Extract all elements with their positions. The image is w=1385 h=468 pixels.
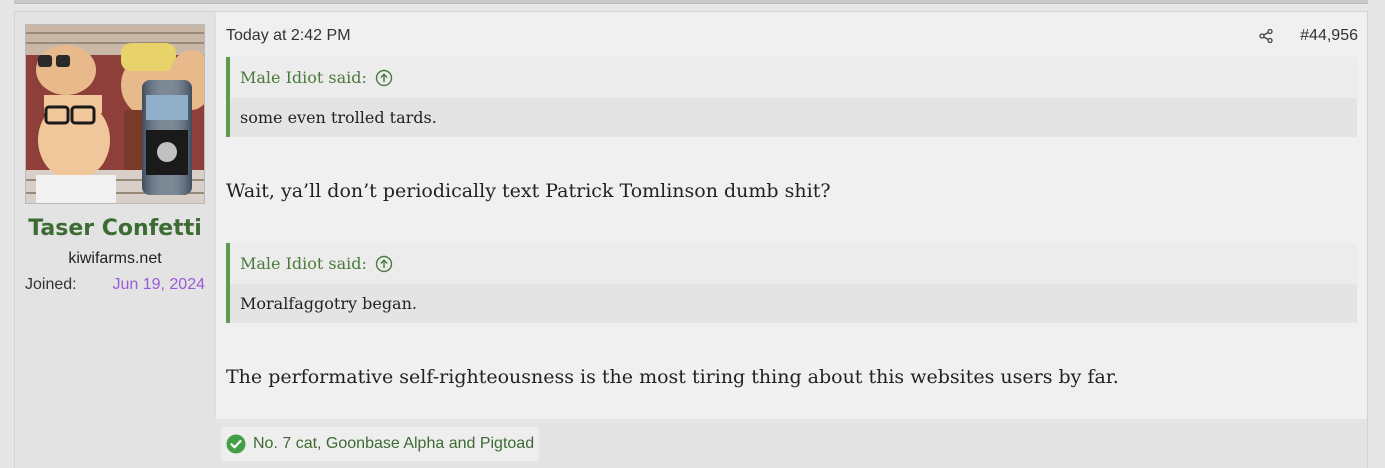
reactions-list[interactable]: No. 7 cat, Goonbase Alpha and Pigtoad bbox=[253, 435, 534, 453]
post-footer: No. 7 cat, Goonbase Alpha and Pigtoad bbox=[215, 419, 1367, 468]
quote-block: Male Idiot said: Moralfaggotry began. bbox=[226, 243, 1357, 323]
jump-to-quote-icon[interactable] bbox=[375, 255, 393, 273]
post-paragraph: The performative self-righteousness is t… bbox=[226, 366, 1119, 388]
jump-to-quote-icon[interactable] bbox=[375, 69, 393, 87]
user-title: kiwifarms.net bbox=[68, 250, 162, 267]
post-timestamp[interactable]: Today at 2:42 PM bbox=[226, 27, 351, 45]
post-paragraph: Wait, ya’ll don’t periodically text Patr… bbox=[226, 180, 831, 202]
quote-header[interactable]: Male Idiot said: bbox=[230, 243, 1357, 284]
share-icon[interactable] bbox=[1258, 28, 1274, 44]
avatar-image bbox=[26, 25, 204, 203]
avatar[interactable] bbox=[25, 24, 205, 204]
post-content-column: Today at 2:42 PM #44,956 Male Idiot said… bbox=[215, 12, 1367, 468]
joined-label: Joined: bbox=[25, 276, 77, 293]
username[interactable]: Taser Confetti bbox=[15, 216, 215, 241]
quote-author[interactable]: Male Idiot said: bbox=[240, 254, 367, 273]
previous-post-edge bbox=[14, 0, 1368, 4]
quote-text: Moralfaggotry began. bbox=[230, 284, 1357, 323]
quote-header[interactable]: Male Idiot said: bbox=[230, 57, 1357, 98]
user-info-column: Taser Confetti kiwifarms.net Joined: Jun… bbox=[15, 12, 216, 468]
quote-text: some even trolled tards. bbox=[230, 98, 1357, 137]
quote-author[interactable]: Male Idiot said: bbox=[240, 68, 367, 87]
joined-date: Jun 19, 2024 bbox=[112, 276, 205, 293]
quote-block: Male Idiot said: some even trolled tards… bbox=[226, 57, 1357, 137]
check-reaction-icon bbox=[226, 434, 246, 454]
reactions-bar[interactable]: No. 7 cat, Goonbase Alpha and Pigtoad bbox=[221, 427, 540, 461]
forum-post: Taser Confetti kiwifarms.net Joined: Jun… bbox=[14, 11, 1368, 468]
post-number-link[interactable]: #44,956 bbox=[1300, 27, 1358, 45]
